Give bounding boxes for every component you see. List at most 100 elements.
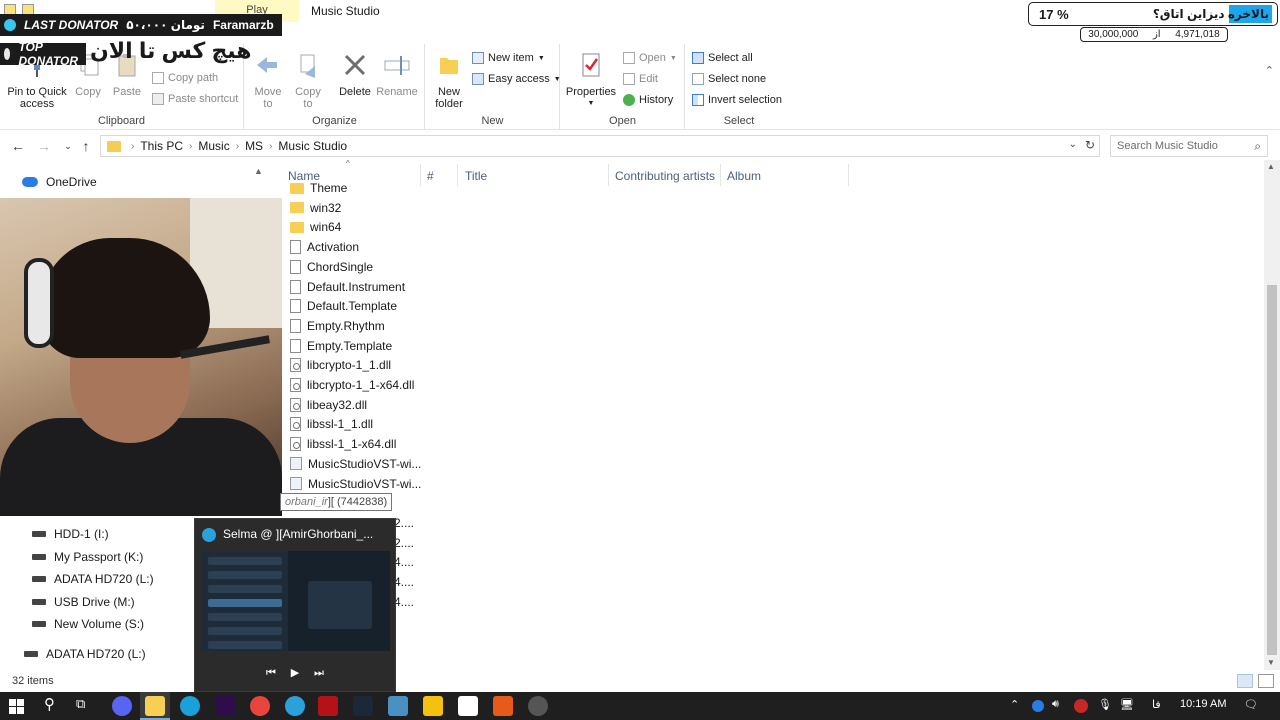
back-arrow-icon[interactable]: ←	[10, 138, 26, 154]
column-separator[interactable]	[720, 164, 721, 186]
file-row[interactable]: libssl-1_1.dll	[290, 414, 373, 434]
details-view-icon[interactable]	[1237, 674, 1253, 688]
file-row[interactable]: libssl-1_1-x64.dll	[290, 434, 396, 454]
column-separator[interactable]	[420, 164, 421, 186]
language-indicator[interactable]: فا	[1152, 698, 1161, 711]
file-row[interactable]: win64	[290, 217, 341, 237]
select-all-button[interactable]: Select all	[692, 52, 753, 64]
column-header-album[interactable]: Album	[727, 169, 761, 183]
telegram-thumbnail-preview[interactable]: Selma @ ][AmirGhorbani_... ⏮ ▶ ⏭	[194, 518, 396, 692]
scroll-up-icon[interactable]: ▲	[1267, 162, 1275, 171]
file-row[interactable]: Default.Instrument	[290, 277, 405, 297]
notifications-icon[interactable]: 🗨︎	[1244, 698, 1258, 711]
obs-icon[interactable]	[528, 696, 548, 716]
nav-scroll-up-icon[interactable]: ▲	[254, 166, 263, 176]
clock[interactable]: 10:19 AM	[1180, 698, 1226, 710]
onedrive-tray-icon[interactable]	[1032, 700, 1044, 712]
nav-item-onedrive[interactable]: OneDrive	[22, 175, 97, 189]
new-folder-button[interactable]: New folder	[432, 50, 466, 110]
column-separator[interactable]	[848, 164, 849, 186]
play-icon[interactable]: ▶	[285, 664, 305, 682]
notes-icon[interactable]	[423, 696, 443, 716]
move-to-button[interactable]: Move to	[251, 50, 285, 110]
nav-item-drive-l[interactable]: ADATA HD720 (L:)	[32, 572, 154, 586]
rename-button[interactable]: Rename	[375, 50, 419, 98]
easy-access-button[interactable]: Easy access ▼	[472, 73, 561, 85]
file-row[interactable]: Empty.Template	[290, 336, 392, 356]
file-row[interactable]: libeay32.dll	[290, 395, 367, 415]
breadcrumb-ms[interactable]: MS	[245, 139, 263, 153]
file-explorer-icon[interactable]	[145, 696, 165, 716]
file-row[interactable]: Theme	[290, 178, 347, 198]
ribbon-expand-icon[interactable]: ⌃	[1265, 64, 1274, 77]
select-none-button[interactable]: Select none	[692, 73, 766, 85]
file-row-partial[interactable]: 2....	[394, 513, 414, 533]
new-item-button[interactable]: New item ▼	[472, 52, 545, 64]
app-icon[interactable]	[388, 696, 408, 716]
file-row[interactable]: Activation	[290, 237, 359, 257]
antivirus-icon[interactable]	[1074, 699, 1088, 713]
nav-item-drive-i[interactable]: HDD-1 (I:)	[32, 527, 109, 541]
chrome-icon[interactable]	[250, 696, 270, 716]
scroll-down-icon[interactable]: ▼	[1267, 658, 1275, 667]
breadcrumb-music-studio[interactable]: Music Studio	[278, 139, 347, 153]
file-row[interactable]: MusicStudioVST-wi...	[290, 474, 421, 494]
premiere-icon[interactable]	[215, 696, 235, 716]
file-row[interactable]: MusicStudioVST-wi...	[290, 454, 421, 474]
breadcrumb-this-pc[interactable]: This PC	[140, 139, 183, 153]
paste-shortcut-button[interactable]: Paste shortcut	[152, 93, 238, 105]
file-row-partial[interactable]: 4....	[394, 572, 414, 592]
breadcrumb-music[interactable]: Music	[198, 139, 229, 153]
file-row[interactable]: win32	[290, 198, 341, 218]
file-row-partial[interactable]: 4....	[394, 592, 414, 612]
properties-button[interactable]: Properties ▼	[565, 50, 617, 110]
search-input[interactable]: Search Music Studio ⌕	[1110, 135, 1268, 157]
nav-item-drive-m[interactable]: USB Drive (M:)	[32, 595, 135, 609]
scrollbar-thumb[interactable]	[1267, 285, 1277, 655]
file-row[interactable]: libcrypto-1_1-x64.dll	[290, 375, 414, 395]
vscode-icon[interactable]	[180, 696, 200, 716]
task-view-icon[interactable]: ⧉	[76, 696, 85, 712]
volume-icon[interactable]: 🔊︎	[1052, 698, 1059, 711]
open-button[interactable]: Open ▼	[623, 52, 677, 64]
large-icons-view-icon[interactable]	[1258, 674, 1274, 688]
nav-item-drive-k[interactable]: My Passport (K:)	[32, 550, 143, 564]
fl-studio-icon[interactable]	[493, 696, 513, 716]
network-icon[interactable]: 🖥︎	[1120, 698, 1134, 711]
column-separator[interactable]	[457, 164, 458, 186]
vertical-scrollbar[interactable]: ▲ ▼	[1264, 160, 1280, 670]
discord-icon[interactable]	[112, 696, 132, 716]
previous-track-icon[interactable]: ⏮	[261, 664, 281, 682]
steam-icon[interactable]	[353, 696, 373, 716]
invert-selection-button[interactable]: Invert selection	[692, 94, 782, 106]
show-hidden-icons-chevron-icon[interactable]: ⌃	[1010, 698, 1019, 711]
app-icon[interactable]	[458, 696, 478, 716]
windows-start-icon[interactable]	[9, 699, 24, 714]
file-row[interactable]: Default.Template	[290, 296, 397, 316]
address-dropdown-icon[interactable]: ⌄	[1069, 139, 1077, 150]
microphone-icon[interactable]: 🎙︎	[1098, 698, 1112, 711]
telegram-icon[interactable]	[285, 696, 305, 716]
edit-button[interactable]: Edit	[623, 73, 658, 85]
address-bar[interactable]: › This PC › Music › MS › Music Studio ⌄ …	[100, 135, 1100, 157]
refresh-icon[interactable]: ↻	[1085, 138, 1095, 152]
column-header-number[interactable]: #	[427, 169, 434, 183]
recent-locations-chevron-icon[interactable]: ⌄	[60, 141, 76, 152]
nav-item-drive-s[interactable]: New Volume (S:)	[32, 617, 144, 631]
media-app-icon[interactable]	[318, 696, 338, 716]
history-button[interactable]: History	[623, 94, 673, 106]
up-arrow-icon[interactable]: ↑	[78, 138, 94, 154]
file-row-partial[interactable]: 4....	[394, 552, 414, 572]
column-header-title[interactable]: Title	[465, 169, 487, 183]
column-header-artists[interactable]: Contributing artists	[615, 169, 715, 183]
copy-path-button[interactable]: Copy path	[152, 72, 218, 84]
forward-arrow-icon[interactable]: →	[36, 138, 52, 154]
file-row[interactable]: Empty.Rhythm	[290, 316, 385, 336]
search-icon[interactable]: ⚲	[44, 695, 55, 713]
next-track-icon[interactable]: ⏭	[309, 664, 329, 682]
file-row[interactable]: ChordSingle	[290, 257, 373, 277]
copy-to-button[interactable]: Copy to	[291, 50, 325, 110]
column-separator[interactable]	[608, 164, 609, 186]
file-row[interactable]: libcrypto-1_1.dll	[290, 355, 391, 375]
nav-item-adata-root[interactable]: ADATA HD720 (L:)	[24, 647, 146, 661]
